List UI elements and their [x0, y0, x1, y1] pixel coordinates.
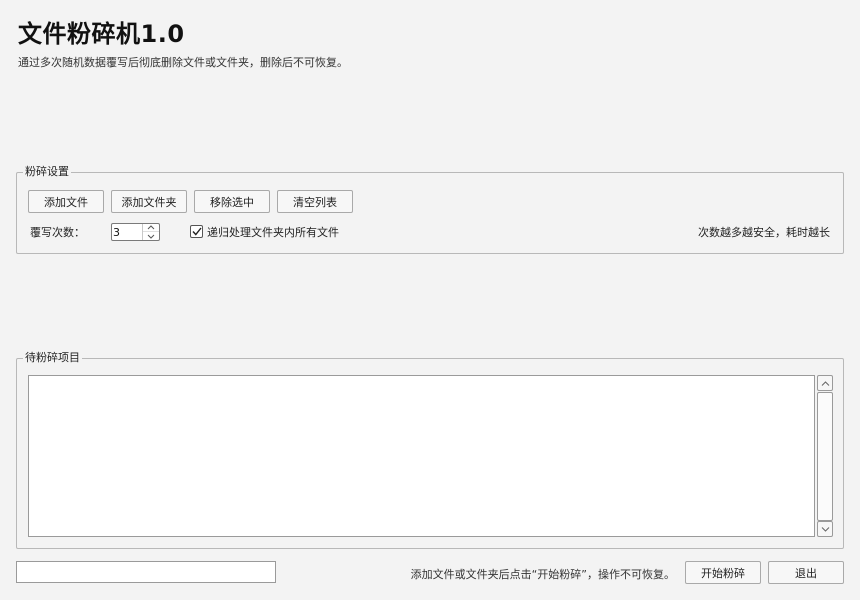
pending-items-title: 待粉碎项目	[23, 351, 82, 365]
overwrite-note: 次数越多越安全，耗时越长	[698, 226, 830, 239]
clear-list-button[interactable]: 清空列表	[277, 190, 353, 213]
scroll-thumb[interactable]	[817, 392, 833, 521]
chevron-up-icon	[821, 380, 829, 386]
chevron-down-icon	[147, 234, 155, 239]
remove-selected-button[interactable]: 移除选中	[194, 190, 270, 213]
shred-settings-title: 粉碎设置	[23, 165, 71, 179]
overwrite-count-input[interactable]	[113, 225, 143, 239]
add-folder-button[interactable]: 添加文件夹	[111, 190, 187, 213]
scroll-up-button[interactable]	[817, 375, 833, 391]
add-file-button[interactable]: 添加文件	[28, 190, 104, 213]
recursive-checkbox[interactable]	[190, 225, 203, 238]
recursive-label[interactable]: 递归处理文件夹内所有文件	[207, 226, 339, 240]
pending-items-group: 待粉碎项目	[16, 351, 844, 549]
spin-up-button[interactable]	[143, 224, 159, 232]
exit-button[interactable]: 退出	[768, 561, 844, 584]
chevron-down-icon	[821, 526, 829, 532]
app-window: 文件粉碎机1.0 通过多次随机数据覆写后彻底删除文件或文件夹，删除后不可恢复。 …	[0, 0, 860, 600]
pending-items-list[interactable]	[28, 375, 815, 537]
spin-down-button[interactable]	[143, 232, 159, 240]
app-subtitle: 通过多次随机数据覆写后彻底删除文件或文件夹，删除后不可恢复。	[18, 56, 348, 69]
shred-settings-group: 粉碎设置 添加文件 添加文件夹 移除选中 清空列表 覆写次数： 递归处理文件夹内…	[16, 165, 844, 254]
status-field[interactable]	[16, 561, 276, 583]
overwrite-count-label: 覆写次数：	[30, 226, 85, 239]
scroll-down-button[interactable]	[817, 521, 833, 537]
footer-hint: 添加文件或文件夹后点击“开始粉碎”，操作不可恢复。	[410, 568, 675, 581]
overwrite-count-spinbox[interactable]	[111, 223, 160, 241]
chevron-up-icon	[147, 225, 155, 230]
start-shred-button[interactable]: 开始粉碎	[685, 561, 761, 584]
spinbox-buttons	[142, 224, 159, 240]
list-scrollbar[interactable]	[816, 375, 834, 539]
check-icon	[191, 227, 202, 236]
app-title: 文件粉碎机1.0	[18, 20, 185, 48]
